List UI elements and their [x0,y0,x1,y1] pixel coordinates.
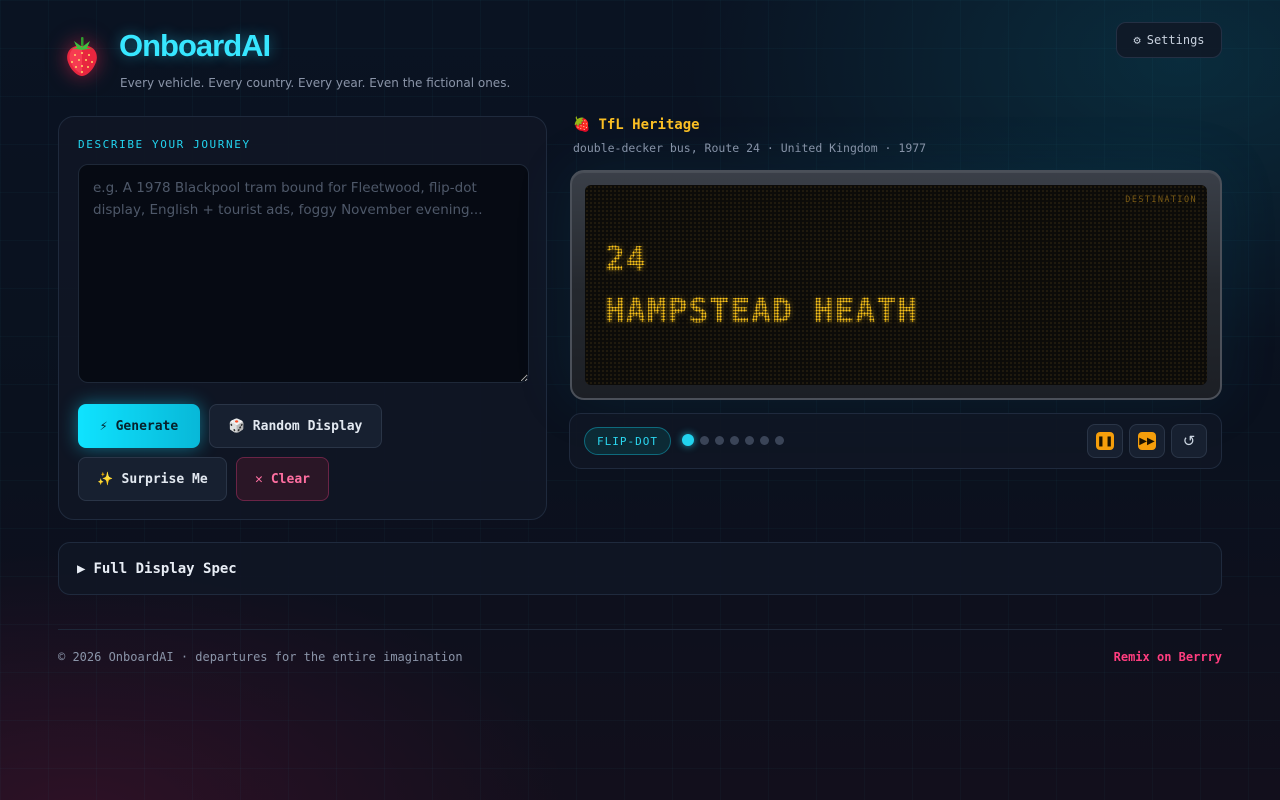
spec-label: Full Display Spec [93,560,237,577]
copyright: © 2026 OnboardAI · departures for the en… [58,650,463,664]
lightning-icon: ⚡ [99,418,108,434]
display-controls: FLIP-DOT ❚❚ ▶▶ ↺ [569,413,1222,469]
strawberry-icon: 🍓 [573,117,591,133]
generate-button[interactable]: ⚡ Generate [78,404,200,448]
generate-label: Generate [115,418,179,434]
refresh-icon: ↺ [1182,433,1196,450]
strawberry-icon [67,37,97,76]
skip-forward-icon: ▶▶ [1138,432,1156,450]
display-corner-label: DESTINATION [1125,195,1197,205]
random-label: Random Display [252,418,363,434]
settings-button[interactable]: ⚙ Settings [1116,22,1222,58]
page-dot[interactable] [700,435,709,445]
page-dot[interactable] [745,435,754,445]
vehicle-meta: double-decker bus, Route 24 · United Kin… [573,141,927,155]
mode-badge[interactable]: FLIP-DOT [584,427,671,455]
pause-button[interactable]: ❚❚ [1087,424,1123,458]
dice-icon: 🎲 [228,418,245,434]
settings-label: Settings [1146,33,1205,47]
pause-icon: ❚❚ [1096,432,1114,450]
clear-label: Clear [270,471,310,487]
surprise-label: Surprise Me [121,471,208,487]
page-dot[interactable] [682,434,694,446]
page-dot[interactable] [730,435,739,445]
skip-forward-button[interactable]: ▶▶ [1129,424,1165,458]
brand-title: OnboardAI [119,28,271,63]
display-housing: DESTINATION 24 HAMPSTEAD HEATH [570,170,1222,400]
operator-name: TfL Heritage [598,117,700,133]
destination-display: DESTINATION 24 HAMPSTEAD HEATH [585,185,1207,385]
triangle-right-icon: ▶ [77,560,86,577]
remix-link[interactable]: Remix on Berrry [1114,650,1222,664]
clear-button[interactable]: ✕ Clear [236,457,329,501]
gear-icon: ⚙ [1133,33,1141,47]
journey-input[interactable] [78,164,529,383]
reset-button[interactable]: ↺ [1171,424,1207,458]
close-icon: ✕ [255,471,263,487]
surprise-me-button[interactable]: ✨ Surprise Me [78,457,227,501]
page-dot[interactable] [775,435,784,445]
page-dot[interactable] [760,435,769,445]
display-destination: HAMPSTEAD HEATH [605,291,919,330]
tagline: Every vehicle. Every country. Every year… [120,76,511,90]
footer-divider [58,629,1222,630]
page-dot[interactable] [715,435,724,445]
full-display-spec-toggle[interactable]: ▶ Full Display Spec [58,542,1222,595]
page-indicator [682,434,784,446]
sparkles-icon: ✨ [97,471,114,487]
vehicle-title: 🍓 TfL Heritage [573,117,700,133]
journey-panel: DESCRIBE YOUR JOURNEY ⚡ Generate 🎲 Rando… [58,116,547,520]
random-display-button[interactable]: 🎲 Random Display [209,404,382,448]
display-route-number: 24 [605,239,647,278]
panel-label: DESCRIBE YOUR JOURNEY [78,138,251,151]
